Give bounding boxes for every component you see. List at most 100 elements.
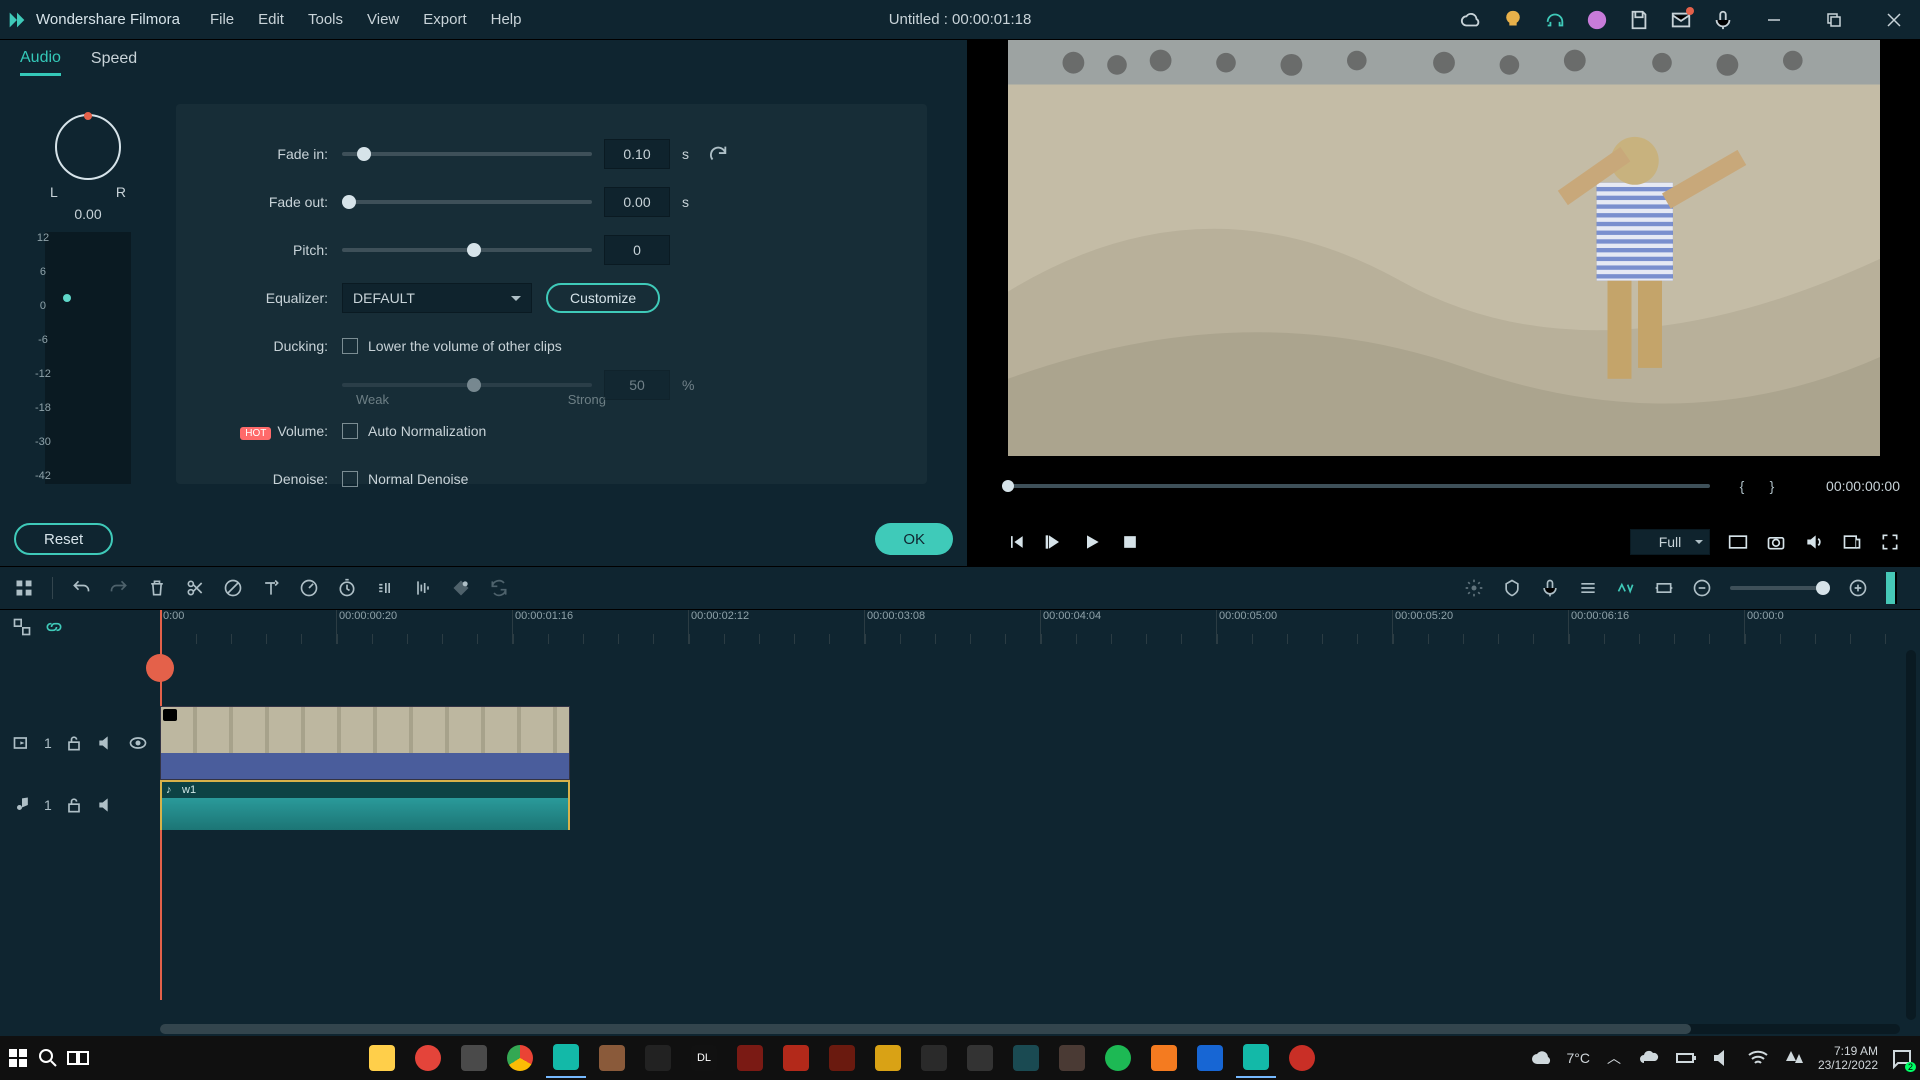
- tray-time[interactable]: 7:19 AM: [1818, 1044, 1878, 1058]
- delete-icon[interactable]: [147, 578, 167, 598]
- messages-icon[interactable]: [1670, 9, 1692, 31]
- pitch-value[interactable]: 0: [604, 235, 670, 265]
- sync-icon[interactable]: [489, 578, 509, 598]
- taskbar-app-filmora-2[interactable]: [1236, 1038, 1276, 1078]
- audio-mute-icon[interactable]: [96, 795, 116, 815]
- taskbar-app-generic-1[interactable]: [592, 1038, 632, 1078]
- manage-tracks-icon[interactable]: [12, 617, 32, 637]
- taskbar-app-explorer[interactable]: [362, 1038, 402, 1078]
- marker-icon[interactable]: [1502, 578, 1522, 598]
- preview-zoom-select[interactable]: Full: [1630, 529, 1710, 555]
- duration-icon[interactable]: [337, 578, 357, 598]
- start-button[interactable]: [6, 1046, 30, 1070]
- layout-icon[interactable]: [14, 578, 34, 598]
- tray-date[interactable]: 23/12/2022: [1818, 1058, 1878, 1072]
- render-icon[interactable]: [1464, 578, 1484, 598]
- fullscreen-icon[interactable]: [1880, 532, 1900, 552]
- taskbar-app-generic-12[interactable]: [1190, 1038, 1230, 1078]
- ok-button[interactable]: OK: [875, 523, 953, 555]
- video-visibility-icon[interactable]: [128, 733, 148, 753]
- menu-help[interactable]: Help: [491, 11, 522, 28]
- tray-battery-icon[interactable]: [1674, 1046, 1698, 1070]
- taskbar-app-generic-7[interactable]: [868, 1038, 908, 1078]
- audio-lock-icon[interactable]: [64, 795, 84, 815]
- ducking-checkbox[interactable]: [342, 338, 358, 354]
- tab-speed[interactable]: Speed: [91, 50, 137, 74]
- speed-icon[interactable]: [299, 578, 319, 598]
- tray-onedrive-icon[interactable]: [1638, 1046, 1662, 1070]
- zoom-out-icon[interactable]: [1692, 578, 1712, 598]
- taskbar-app-generic-4[interactable]: [730, 1038, 770, 1078]
- close-button[interactable]: [1874, 0, 1914, 40]
- taskbar-app-spotify[interactable]: [1098, 1038, 1138, 1078]
- play-button[interactable]: [1082, 532, 1102, 552]
- tray-notifications-icon[interactable]: 2: [1890, 1046, 1914, 1070]
- voiceover-icon[interactable]: [1540, 578, 1560, 598]
- mark-out-button[interactable]: }: [1760, 478, 1784, 494]
- display-mode-icon[interactable]: [1728, 532, 1748, 552]
- audio-adjust-icon[interactable]: [413, 578, 433, 598]
- taskbar-app-generic-2[interactable]: [638, 1038, 678, 1078]
- taskbar-app-vlc[interactable]: [1144, 1038, 1184, 1078]
- weather-icon[interactable]: [1530, 1046, 1554, 1070]
- taskbar-app-generic-3[interactable]: DL: [684, 1038, 724, 1078]
- menu-edit[interactable]: Edit: [258, 11, 284, 28]
- maximize-button[interactable]: [1814, 0, 1854, 40]
- preview-progress[interactable]: [1002, 484, 1710, 488]
- video-lock-icon[interactable]: [64, 733, 84, 753]
- fade-in-value[interactable]: 0.10: [604, 139, 670, 169]
- minimize-button[interactable]: [1754, 0, 1794, 40]
- tips-icon[interactable]: [1502, 9, 1524, 31]
- taskbar-app-nvidia[interactable]: [454, 1038, 494, 1078]
- fade-out-value[interactable]: 0.00: [604, 187, 670, 217]
- tray-language-icon[interactable]: [1782, 1046, 1806, 1070]
- fade-reset-icon[interactable]: [707, 143, 729, 165]
- taskbar-app-chrome[interactable]: [500, 1038, 540, 1078]
- snapshot-icon[interactable]: [1766, 532, 1786, 552]
- prohibit-icon[interactable]: [223, 578, 243, 598]
- timeline-hscroll[interactable]: [160, 1024, 1900, 1034]
- equalizer-select[interactable]: DEFAULT: [342, 283, 532, 313]
- track-size-toggle[interactable]: [1886, 572, 1906, 604]
- menu-tools[interactable]: Tools: [308, 11, 343, 28]
- ducking-amount-slider[interactable]: [342, 383, 592, 387]
- preview-viewport[interactable]: [1008, 40, 1880, 456]
- balance-knob[interactable]: [55, 114, 121, 180]
- tray-wifi-icon[interactable]: [1746, 1046, 1770, 1070]
- taskbar-search-icon[interactable]: [36, 1046, 60, 1070]
- tab-audio[interactable]: Audio: [20, 49, 61, 76]
- taskbar-app-generic-9[interactable]: [960, 1038, 1000, 1078]
- color-tools-icon[interactable]: [375, 578, 395, 598]
- timeline-vscroll[interactable]: [1906, 650, 1916, 1020]
- fit-icon[interactable]: [1654, 578, 1674, 598]
- mixer-icon[interactable]: [1578, 578, 1598, 598]
- headphones-icon[interactable]: [1544, 9, 1566, 31]
- save-icon[interactable]: [1628, 9, 1650, 31]
- fade-out-slider[interactable]: [342, 200, 592, 204]
- auto-ripple-icon[interactable]: [1616, 578, 1636, 598]
- taskbar-app-generic-10[interactable]: [1006, 1038, 1046, 1078]
- timeline-ruler[interactable]: 0:00 00:00:00:20 00:00:01:16 00:00:02:12…: [160, 610, 1920, 644]
- audio-clip[interactable]: w1: [160, 780, 570, 830]
- keyframe-icon[interactable]: [451, 578, 471, 598]
- account-avatar-icon[interactable]: [1586, 9, 1608, 31]
- reset-button[interactable]: Reset: [14, 523, 113, 555]
- play-pause-button[interactable]: [1044, 532, 1064, 552]
- pitch-slider[interactable]: [342, 248, 592, 252]
- tray-volume-icon[interactable]: [1710, 1046, 1734, 1070]
- equalizer-customize-button[interactable]: Customize: [546, 283, 660, 313]
- taskbar-app-generic-11[interactable]: [1052, 1038, 1092, 1078]
- task-view-icon[interactable]: [66, 1046, 90, 1070]
- link-icon[interactable]: [44, 617, 64, 637]
- taskbar-app-generic-5[interactable]: [776, 1038, 816, 1078]
- microphone-icon[interactable]: [1712, 9, 1734, 31]
- menu-export[interactable]: Export: [423, 11, 466, 28]
- taskbar-app-filmora[interactable]: [546, 1038, 586, 1078]
- text-icon[interactable]: [261, 578, 281, 598]
- taskbar-app-generic-6[interactable]: [822, 1038, 862, 1078]
- auto-normalization-checkbox[interactable]: [342, 423, 358, 439]
- fade-in-slider[interactable]: [342, 152, 592, 156]
- timeline-zoom-slider[interactable]: [1730, 586, 1830, 590]
- taskbar-app-generic-8[interactable]: [914, 1038, 954, 1078]
- video-mute-icon[interactable]: [96, 733, 116, 753]
